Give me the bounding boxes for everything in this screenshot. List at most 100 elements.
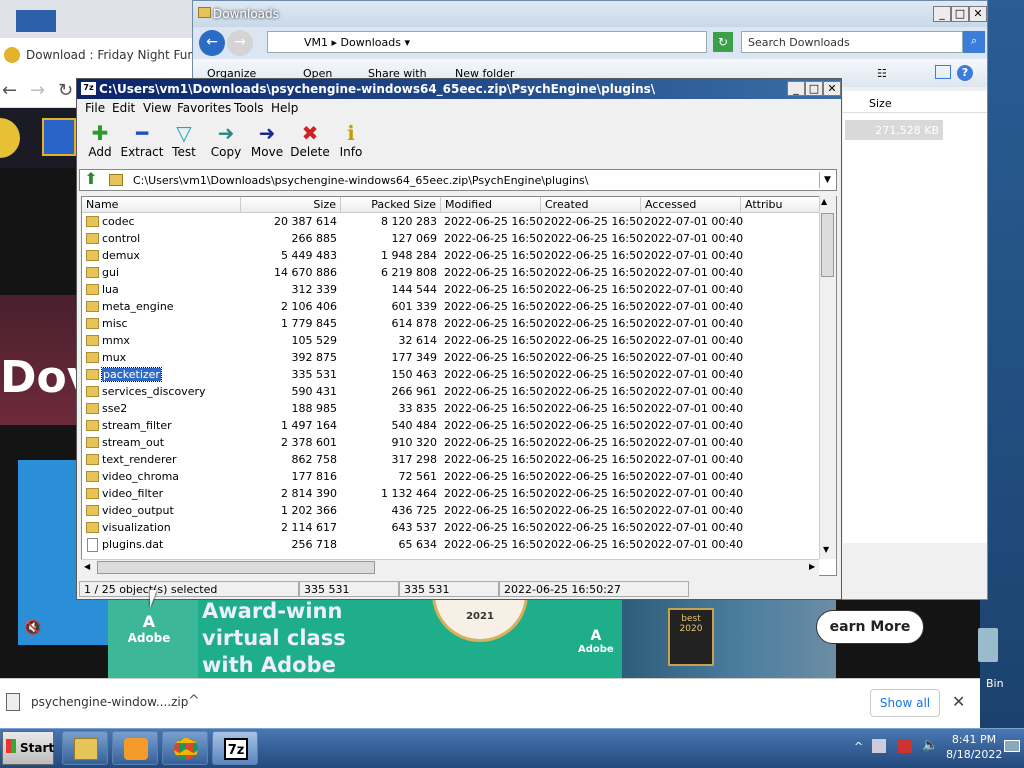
folder-row[interactable]: meta_engine 2 106 406 601 339 2022-06-25 16… bbox=[82, 299, 820, 316]
row-created: 2022-06-25 16:50 bbox=[544, 521, 644, 534]
column-size[interactable]: Size bbox=[241, 197, 341, 213]
column-attributes[interactable]: Attribu bbox=[741, 197, 821, 213]
chevron-down-icon[interactable]: ▼ bbox=[819, 172, 835, 188]
folder-row[interactable]: mux 392 875 177 349 2022-06-25 16:50 2022-06… bbox=[82, 350, 820, 367]
menu-favorites[interactable]: Favorites bbox=[177, 101, 231, 115]
selected-file-size[interactable]: 271,528 KB bbox=[845, 120, 943, 140]
explorer-titlebar[interactable] bbox=[193, 1, 987, 27]
folder-row[interactable]: services_discovery 590 431 266 961 2022-06-… bbox=[82, 384, 820, 401]
folder-row[interactable]: codec 20 387 614 8 120 283 2022-06-25 16:50… bbox=[82, 214, 820, 231]
help-icon[interactable]: ? bbox=[957, 65, 973, 81]
taskbar-media-player[interactable] bbox=[112, 731, 158, 765]
network-icon[interactable] bbox=[872, 739, 886, 753]
column-name[interactable]: Name bbox=[82, 197, 241, 213]
row-accessed: 2022-07-01 00:40 bbox=[644, 368, 744, 381]
vertical-scroll-thumb[interactable] bbox=[821, 213, 834, 277]
download-filename[interactable]: psychengine-window....zip bbox=[31, 695, 188, 709]
folder-row[interactable]: stream_out 2 378 601 910 320 2022-06-25 16:… bbox=[82, 435, 820, 452]
breadcrumb[interactable]: VM1 ▸ Downloads ▾ bbox=[267, 31, 707, 53]
recycle-bin-icon[interactable] bbox=[978, 628, 998, 662]
add-button[interactable]: ✚ Add bbox=[77, 121, 123, 159]
mute-icon[interactable]: 🔇 bbox=[24, 620, 41, 636]
recycle-bin-label[interactable]: Bin bbox=[986, 677, 1004, 690]
forward-arrow-icon[interactable]: → bbox=[30, 80, 45, 101]
maximize-button[interactable]: □ bbox=[805, 81, 823, 96]
search-input[interactable]: Search Downloads bbox=[741, 31, 963, 53]
breadcrumb-downloads[interactable]: Downloads bbox=[341, 36, 401, 49]
minimize-button[interactable]: _ bbox=[787, 81, 805, 96]
folder-row[interactable]: lua 312 339 144 544 2022-06-25 16:50 2022-06… bbox=[82, 282, 820, 299]
7zip-logo-icon: 7z bbox=[224, 738, 248, 760]
minimize-button[interactable]: _ bbox=[933, 6, 951, 22]
search-icon[interactable]: ⌕ bbox=[963, 31, 985, 53]
scroll-right-icon[interactable]: ▶ bbox=[809, 562, 815, 571]
column-accessed[interactable]: Accessed bbox=[641, 197, 741, 213]
taskbar-explorer[interactable] bbox=[62, 731, 108, 765]
move-button[interactable]: ➜ Move bbox=[244, 121, 290, 159]
folder-row[interactable]: video_output 1 202 366 436 725 2022-06-25 1… bbox=[82, 503, 820, 520]
taskbar-7zip[interactable]: 7z bbox=[212, 731, 258, 765]
path-input[interactable]: C:\Users\vm1\Downloads\psychengine-windo… bbox=[133, 174, 589, 187]
test-button[interactable]: ▽ Test bbox=[161, 121, 207, 159]
folder-row[interactable]: gui 14 670 886 6 219 808 2022-06-25 16:50 20… bbox=[82, 265, 820, 282]
back-arrow-icon[interactable]: ← bbox=[2, 80, 17, 101]
menu-view[interactable]: View bbox=[143, 101, 171, 115]
folder-row[interactable]: stream_filter 1 497 164 540 484 2022-06-25 … bbox=[82, 418, 820, 435]
volume-icon[interactable]: 🔈 bbox=[922, 738, 938, 753]
show-all-button[interactable]: Show all bbox=[870, 689, 940, 717]
folder-icon bbox=[86, 505, 99, 516]
reload-icon[interactable]: ↻ bbox=[58, 80, 73, 101]
folder-row[interactable]: text_renderer 862 758 317 298 2022-06-25 16… bbox=[82, 452, 820, 469]
folder-row[interactable]: mmx 105 529 32 614 2022-06-25 16:50 2022-06-… bbox=[82, 333, 820, 350]
extract-button[interactable]: ━ Extract bbox=[119, 121, 165, 159]
forward-arrow-icon[interactable]: → bbox=[227, 30, 253, 56]
menu-file[interactable]: File bbox=[85, 101, 105, 115]
action-center-icon[interactable] bbox=[898, 739, 912, 753]
adobe-ad[interactable]: A Adobe Award-winn virtual class with Ado… bbox=[108, 594, 836, 678]
folder-icon bbox=[86, 488, 99, 499]
folder-row[interactable]: demux 5 449 483 1 948 284 2022-06-25 16:50 2… bbox=[82, 248, 820, 265]
file-row[interactable]: plugins.dat 256 718 65 634 2022-06-25 16:50… bbox=[82, 537, 820, 554]
scroll-up-icon[interactable]: ▲ bbox=[821, 197, 827, 206]
folder-row[interactable]: control 266 885 127 069 2022-06-25 16:50 202… bbox=[82, 231, 820, 248]
refresh-icon[interactable]: ↻ bbox=[713, 32, 733, 52]
learn-more-button[interactable]: earn More bbox=[816, 610, 924, 644]
close-button[interactable]: ✕ bbox=[823, 81, 841, 96]
folder-row[interactable]: visualization 2 114 617 643 537 2022-06-25 … bbox=[82, 520, 820, 537]
up-folder-icon[interactable]: ⬆ bbox=[81, 170, 101, 190]
column-created[interactable]: Created bbox=[541, 197, 641, 213]
info-button[interactable]: ℹ Info bbox=[328, 121, 374, 159]
chrome-tab[interactable]: Download : Friday Night Funkin' - bbox=[0, 38, 200, 72]
row-packed-size: 1 948 284 bbox=[381, 249, 437, 262]
folder-row[interactable]: misc 1 779 845 614 878 2022-06-25 16:50 2022… bbox=[82, 316, 820, 333]
row-modified: 2022-06-25 16:50 bbox=[444, 249, 544, 262]
size-column-header[interactable]: Size bbox=[869, 97, 892, 110]
show-desktop-icon[interactable] bbox=[1004, 740, 1020, 752]
back-arrow-icon[interactable]: ← bbox=[199, 30, 225, 56]
menu-help[interactable]: Help bbox=[271, 101, 298, 115]
chevron-up-icon[interactable]: ^ bbox=[854, 740, 863, 753]
column-modified[interactable]: Modified bbox=[441, 197, 541, 213]
folder-icon bbox=[86, 369, 99, 380]
clock[interactable]: 8:41 PM 8/18/2022 bbox=[946, 732, 1002, 762]
delete-button[interactable]: ✖ Delete bbox=[287, 121, 333, 159]
folder-row[interactable]: sse2 188 985 33 835 2022-06-25 16:50 2022-06… bbox=[82, 401, 820, 418]
menu-edit[interactable]: Edit bbox=[112, 101, 135, 115]
horizontal-scroll-thumb[interactable] bbox=[97, 561, 375, 574]
taskbar-chrome[interactable] bbox=[162, 731, 208, 765]
preview-pane-icon[interactable] bbox=[935, 65, 951, 79]
folder-row[interactable]: video_chroma 177 816 72 561 2022-06-25 16:5… bbox=[82, 469, 820, 486]
close-button[interactable]: ✕ bbox=[969, 6, 987, 22]
scroll-down-icon[interactable]: ▼ bbox=[823, 545, 829, 554]
folder-row[interactable]: packetizer 335 531 150 463 2022-06-25 16:50… bbox=[82, 367, 820, 384]
close-icon[interactable]: ✕ bbox=[952, 692, 965, 711]
folder-row[interactable]: video_filter 2 814 390 1 132 464 2022-06-25… bbox=[82, 486, 820, 503]
column-packed-size[interactable]: Packed Size bbox=[341, 197, 441, 213]
maximize-button[interactable]: □ bbox=[951, 6, 969, 22]
breadcrumb-vm1[interactable]: VM1 bbox=[304, 36, 328, 49]
view-icon[interactable]: ☷ bbox=[877, 67, 887, 80]
menu-tools[interactable]: Tools bbox=[234, 101, 264, 115]
copy-button[interactable]: ➜ Copy bbox=[203, 121, 249, 159]
chevron-up-icon[interactable]: ^ bbox=[188, 693, 200, 709]
scroll-left-icon[interactable]: ◀ bbox=[84, 562, 90, 571]
